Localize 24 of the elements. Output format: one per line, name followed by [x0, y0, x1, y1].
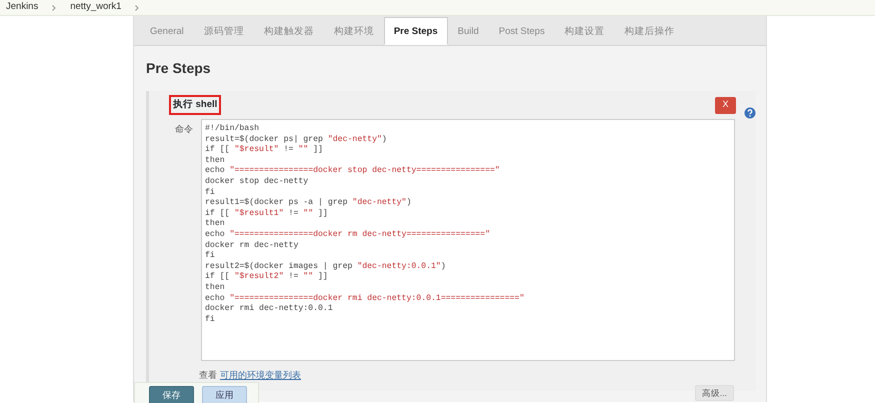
breadcrumb-link[interactable]: Jenkins — [6, 0, 38, 15]
chevron-icon — [135, 4, 140, 10]
tab[interactable]: Build — [448, 17, 489, 45]
help-icon[interactable] — [744, 107, 756, 119]
save-button[interactable]: 保存 — [149, 386, 194, 403]
tab[interactable]: 构建环境 — [324, 17, 384, 45]
step-title: 执行 shell — [169, 94, 222, 116]
delete-button[interactable]: X — [715, 96, 736, 114]
advanced-button[interactable]: 高级... — [694, 384, 734, 402]
env-prefix-text: 查看 — [199, 369, 217, 382]
section-title: Pre Steps — [146, 59, 212, 78]
tab[interactable]: 源码管理 — [194, 17, 254, 45]
tab[interactable]: Pre Steps — [384, 17, 448, 45]
chevron-icon — [52, 4, 56, 10]
apply-button[interactable]: 应用 — [202, 386, 247, 403]
tab[interactable]: 构建后操作 — [614, 17, 685, 45]
tab[interactable]: 构建设置 — [554, 17, 615, 45]
breadcrumb-link[interactable]: netty_work1 — [70, 0, 122, 15]
tab[interactable]: General — [140, 17, 194, 45]
tab[interactable]: 构建触发器 — [254, 17, 324, 45]
env-variables-link[interactable]: 可用的环境变量列表 — [220, 369, 301, 382]
command-field[interactable]: #!/bin/bash result=$(docker ps| grep "dec-netty") if [[ "$result" != "" ]] then echo "================docker stop dec-netty================" docker stop dec-netty fi result1=$(docker ps -a | grep "dec-netty") if [[ "$result1" != "" ]] then echo "================docker rm dec-netty================" docker rm dec-netty fi result2=$(docker images | grep "dec-netty:0.0.1") if [[ "$result2" != "" ]] then echo "================docker rmi dec-netty:0.0.1================" docker rmi dec-netty:0.0.1 fi — [201, 119, 735, 361]
tab[interactable]: Post Steps — [488, 17, 555, 45]
field-label: 命令 — [174, 123, 194, 136]
